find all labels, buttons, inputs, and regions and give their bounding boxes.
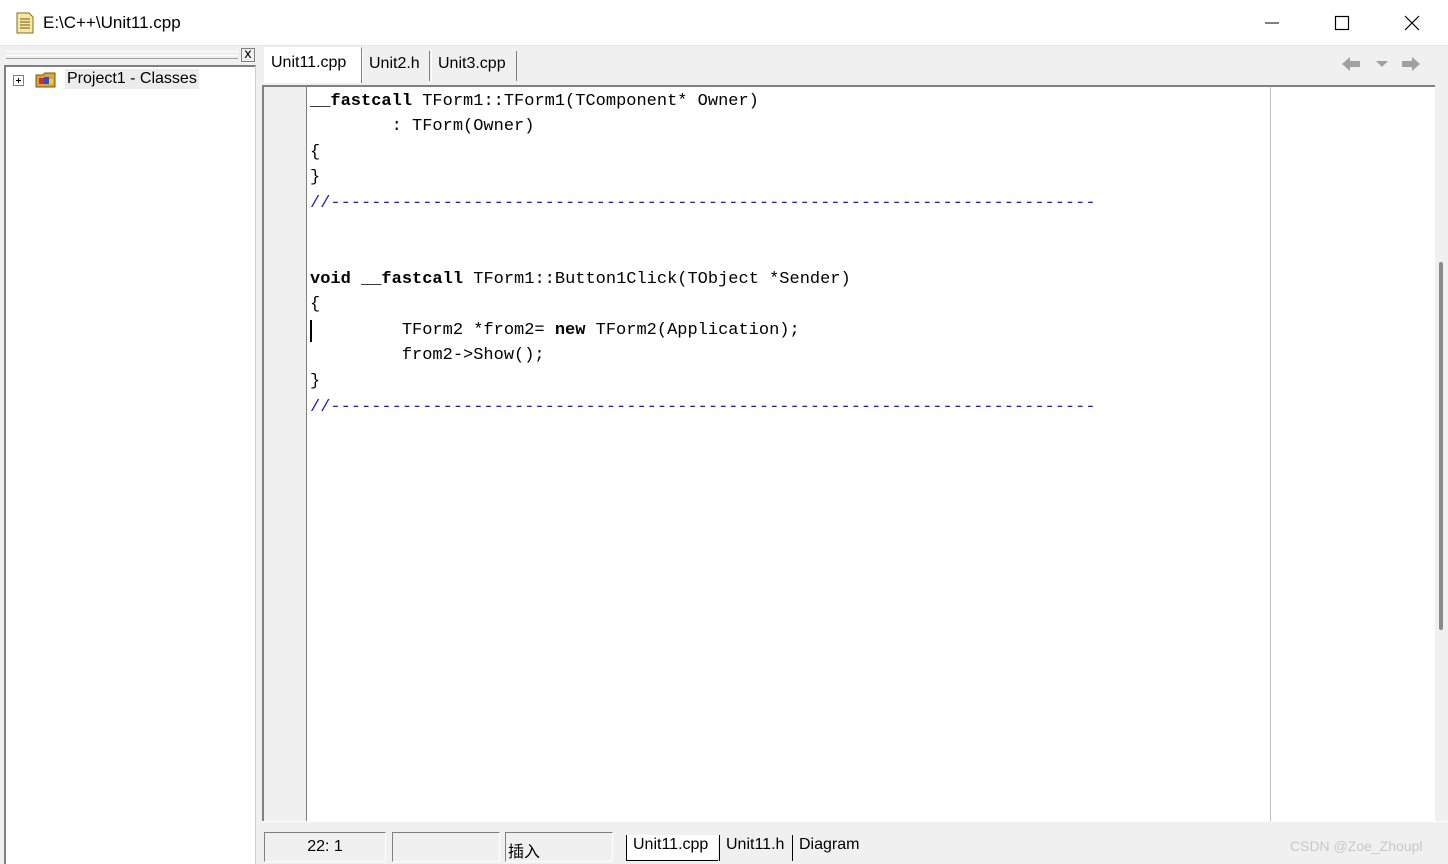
code-line-12: } — [310, 372, 321, 391]
cursor-position: 22: 1 — [264, 832, 386, 862]
maximize-icon — [1334, 15, 1350, 31]
view-tab-unit11-cpp[interactable]: Unit11.cpp — [626, 835, 718, 861]
editor-gutter[interactable] — [264, 87, 307, 821]
back-arrow-icon[interactable] — [1340, 55, 1362, 73]
minimize-icon — [1265, 22, 1279, 24]
panel-grip-line — [6, 55, 238, 59]
modified-indicator — [392, 832, 500, 862]
close-button[interactable] — [1377, 0, 1447, 46]
back-dropdown-icon[interactable] — [1374, 55, 1390, 73]
scrollbar-thumb[interactable] — [1439, 262, 1443, 630]
class-explorer-panel: x Project1 - Classes — [4, 47, 256, 864]
tab-unit11-cpp[interactable]: Unit11.cpp — [264, 47, 362, 83]
view-tab-unit11-h[interactable]: Unit11.h — [719, 835, 791, 861]
navigation-arrows — [1340, 53, 1448, 77]
status-bar: 22: 1 插入 Unit11.cpp Unit11.h Diagram CSD… — [262, 821, 1448, 864]
maximize-button[interactable] — [1307, 0, 1377, 46]
window-title: E:\C++\Unit11.cpp — [43, 13, 181, 32]
watermark: CSDN @Zoe_Zhoupl — [1290, 838, 1423, 854]
code-line-3: { — [310, 143, 321, 162]
code-editor[interactable]: __fastcall TForm1::TForm1(TComponent* Ow… — [262, 85, 1435, 821]
project-folder-icon — [35, 72, 56, 88]
panel-close-button[interactable]: x — [241, 48, 255, 62]
tab-unit3-cpp[interactable]: Unit3.cpp — [431, 51, 517, 81]
code-line-2: : TForm(Owner) — [310, 117, 535, 136]
title-bar: E:\C++\Unit11.cpp — [0, 0, 1448, 46]
forward-arrow-icon[interactable] — [1400, 55, 1422, 73]
code-line-1: __fastcall TForm1::TForm1(TComponent* Ow… — [310, 92, 759, 111]
code-line-10: TForm2 *from2= new TForm2(Application); — [310, 321, 800, 340]
project-tree: Project1 - Classes — [4, 65, 256, 864]
code-line-8: void __fastcall TForm1::Button1Click(TOb… — [310, 270, 851, 289]
tab-unit2-h[interactable]: Unit2.h — [362, 51, 430, 81]
tree-item-project1[interactable]: Project1 - Classes — [65, 69, 199, 89]
insert-mode-indicator: 插入 — [505, 832, 613, 862]
code-line-9: { — [310, 295, 321, 314]
code-line-4: } — [310, 168, 321, 187]
close-icon — [1404, 15, 1420, 31]
code-comment-separator-2: //--------------------------------------… — [310, 398, 1096, 417]
code-comment-separator-1: //--------------------------------------… — [310, 194, 1096, 213]
code-line-11: from2->Show(); — [310, 346, 545, 365]
document-icon — [16, 12, 34, 34]
editor-tab-bar: Unit11.cpp Unit2.h Unit3.cpp — [262, 47, 1448, 85]
text-caret — [310, 320, 312, 342]
view-tab-diagram[interactable]: Diagram — [792, 835, 866, 861]
vertical-scrollbar[interactable] — [1435, 47, 1448, 821]
expand-icon[interactable] — [13, 75, 24, 86]
right-margin-line — [1270, 87, 1271, 821]
minimize-button[interactable] — [1237, 0, 1307, 46]
